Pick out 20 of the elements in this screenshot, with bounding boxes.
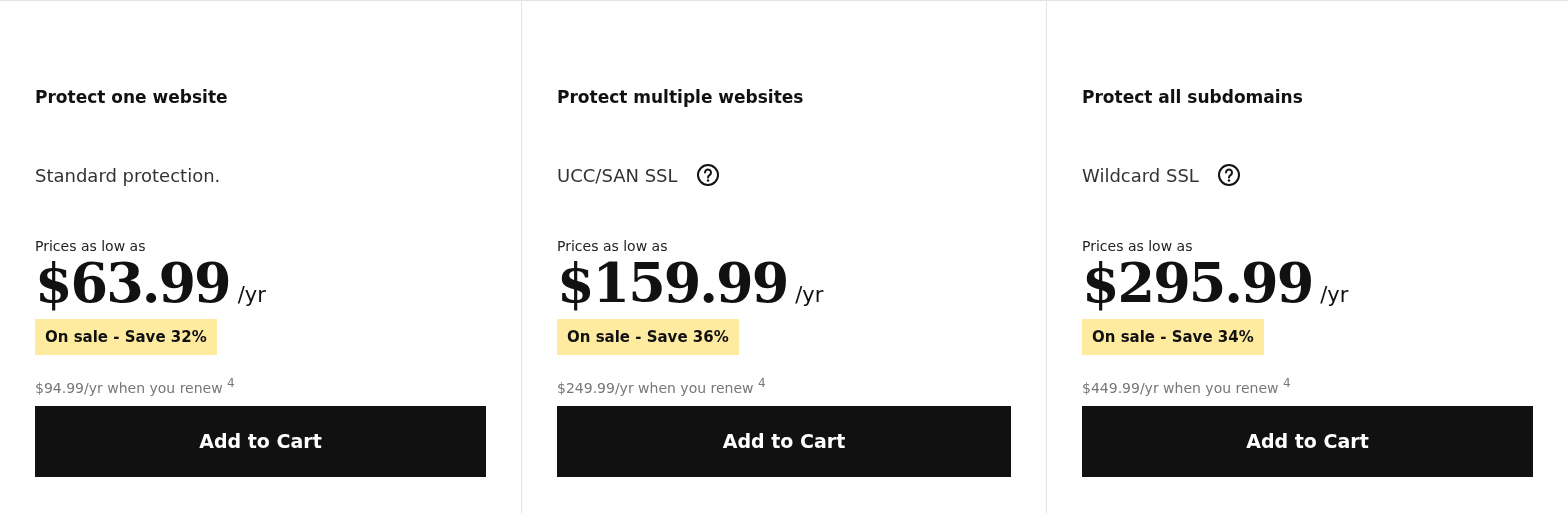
renewal-price: $449.99/yr when you renew $^{4}$ <box>1082 375 1292 398</box>
sale-badge: On sale - Save 34% <box>1082 319 1264 355</box>
plan-subtitle: Standard protection. <box>35 164 221 186</box>
price-period: /yr <box>1320 283 1349 307</box>
plan-subtitle: UCC/SAN SSL <box>557 164 678 186</box>
help-icon[interactable] <box>1216 163 1241 187</box>
plan-title: Protect one website <box>35 86 229 109</box>
plan-title: Protect multiple websites <box>557 86 805 109</box>
renewal-price: $249.99/yr when you renew $^{4}$ <box>557 375 767 398</box>
price-period: /yr <box>795 283 824 307</box>
plan-subtitle: Wildcard SSL <box>1082 164 1199 186</box>
plan-title: Protect all subdomains <box>1082 86 1304 109</box>
add-to-cart-button[interactable]: Add to Cart <box>557 405 1011 477</box>
add-to-cart-button[interactable]: Add to Cart <box>35 405 486 477</box>
price-period: /yr <box>237 283 266 307</box>
renewal-price: $94.99/yr when you renew $^{4}$ <box>35 375 236 398</box>
add-to-cart-button[interactable]: Add to Cart <box>1082 405 1533 477</box>
sale-badge: On sale - Save 32% <box>35 319 217 355</box>
help-icon[interactable] <box>695 163 720 187</box>
sale-badge: On sale - Save 36% <box>557 319 739 355</box>
